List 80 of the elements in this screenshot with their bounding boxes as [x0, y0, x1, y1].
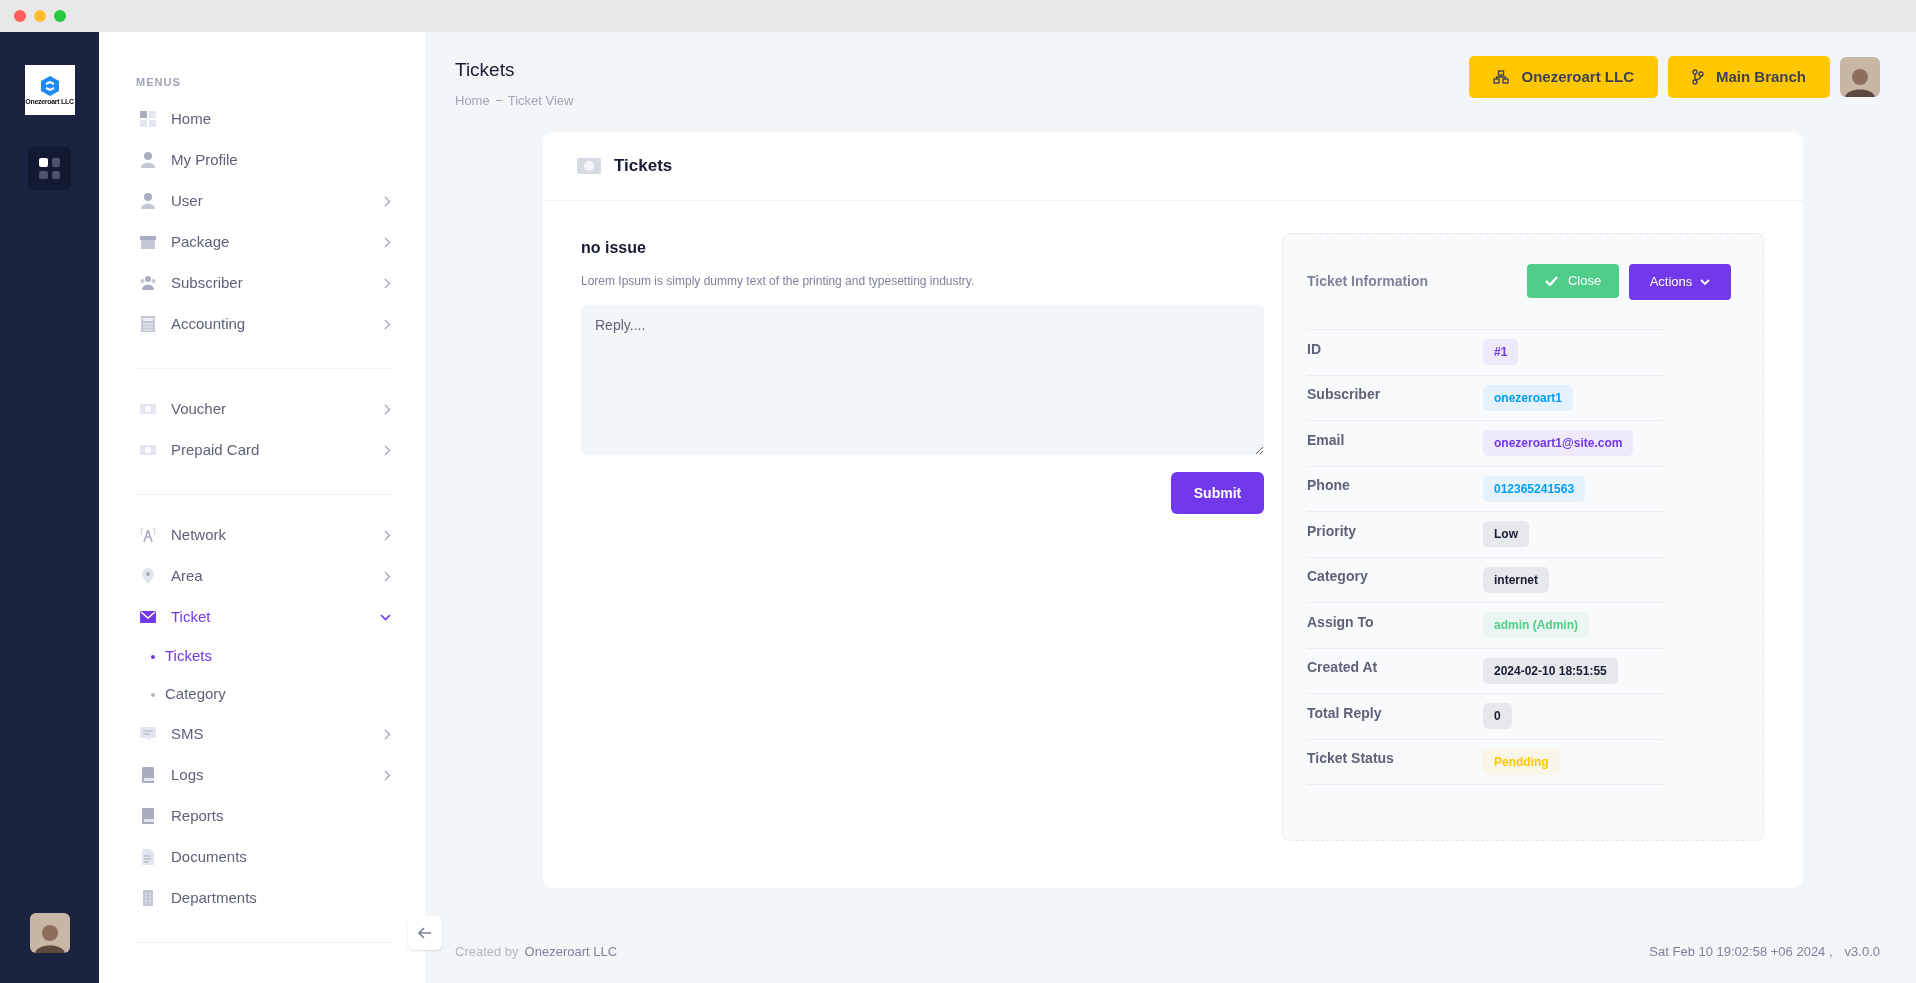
menu-item[interactable]: Reports [136, 795, 394, 837]
field-label: Created At [1307, 658, 1379, 678]
menu-item[interactable]: Documents [136, 836, 394, 878]
box-icon [139, 233, 157, 251]
field-label: Priority [1307, 521, 1357, 541]
created-by-label: Created by [455, 942, 519, 961]
field-value-badge: 2024-02-10 18:51:55 [1483, 657, 1618, 684]
antenna-icon [139, 526, 157, 544]
menu-item[interactable]: Area [136, 555, 394, 597]
menu-item[interactable]: SMS [136, 713, 394, 755]
envelope-icon [139, 608, 157, 626]
branch-button[interactable]: Main Branch [1668, 56, 1830, 98]
map-pin-icon [139, 567, 157, 585]
timestamp: Sat Feb 10 19:02:58 +06 2024 , [1649, 942, 1833, 961]
field-value-badge: onezeroart1 [1483, 384, 1574, 411]
company-button[interactable]: Onezeroart LLC [1469, 56, 1658, 98]
ticket-icon [576, 157, 602, 175]
window-maximize-control[interactable] [54, 10, 66, 22]
checkmark-icon [1544, 276, 1558, 286]
menu-item[interactable]: Home [136, 98, 394, 140]
submenu-item[interactable]: Tickets [136, 637, 394, 676]
field-label: Category [1307, 567, 1369, 587]
menu-item[interactable]: Logs [136, 754, 394, 796]
book-icon [139, 766, 157, 784]
caret-icon [1700, 278, 1711, 286]
issue-title: no issue [581, 238, 647, 258]
field-value-badge: admin (Admin) [1483, 612, 1589, 639]
window-minimize-control[interactable] [34, 10, 46, 22]
field-label: Assign To [1307, 612, 1375, 632]
message-icon [139, 725, 157, 743]
collapse-sidebar-button[interactable] [408, 916, 442, 950]
page-title: Tickets [455, 58, 516, 82]
menu-item[interactable]: Ticket [136, 596, 394, 638]
field-label: Total Reply [1307, 703, 1383, 723]
submenu-item[interactable]: Category [136, 675, 394, 714]
field-value-badge: #1 [1483, 339, 1519, 366]
hexagon-logo-icon [40, 75, 59, 96]
menu-item[interactable]: Package [136, 221, 394, 263]
menu-item[interactable]: Departments [136, 877, 394, 919]
field-label: Email [1307, 430, 1346, 450]
field-value-badge: 0 [1483, 703, 1512, 730]
window-close-control[interactable] [14, 10, 26, 22]
field-value-badge: Pendding [1483, 748, 1560, 775]
field-label: ID [1307, 339, 1322, 359]
menu-item[interactable]: Network [136, 514, 394, 556]
version-label: v3.0.0 [1844, 942, 1880, 961]
grid-icon [139, 110, 157, 128]
reply-field[interactable]: Reply.... [581, 305, 1264, 455]
field-value-badge: internet [1483, 566, 1549, 593]
field-value-badge: onezeroart1@site.com [1483, 430, 1634, 457]
person-icon [139, 151, 157, 169]
hierarchy-icon [1493, 70, 1510, 84]
company-link[interactable]: Onezeroart LLC [524, 941, 618, 961]
menus-heading: MENUS [136, 75, 182, 90]
menu-item[interactable]: My Profile [136, 139, 394, 181]
menu-item[interactable]: Accounting [136, 303, 394, 345]
field-label: Ticket Status [1307, 749, 1395, 769]
book-icon [139, 807, 157, 825]
field-label: Subscriber [1307, 385, 1382, 405]
field-value-badge: Low [1483, 521, 1529, 548]
card-title: Tickets [614, 155, 673, 178]
menu-item[interactable]: Voucher [136, 388, 394, 430]
submit-button[interactable]: Submit [1171, 472, 1264, 514]
people-icon [139, 274, 157, 292]
actions-dropdown-button[interactable]: Actions [1629, 264, 1731, 300]
user-avatar[interactable] [1840, 57, 1880, 97]
menu-item[interactable]: Prepaid Card [136, 429, 394, 471]
branch-icon [1692, 69, 1704, 85]
issue-description: Lorem Ipsum is simply dummy text of the printing and typesetting industry. [581, 273, 976, 290]
calculator-icon [139, 315, 157, 333]
panel-title: Ticket Information [1307, 272, 1430, 291]
menu-item[interactable]: Subscriber [136, 262, 394, 304]
person-icon [139, 192, 157, 210]
dashboard-icon[interactable] [28, 147, 71, 190]
arrow-left-icon [418, 927, 432, 939]
menu-item[interactable]: User [136, 180, 394, 222]
field-label: Phone [1307, 476, 1351, 496]
document-icon [139, 848, 157, 866]
user-avatar[interactable] [29, 913, 70, 953]
field-value-badge: 012365241563 [1483, 475, 1586, 502]
